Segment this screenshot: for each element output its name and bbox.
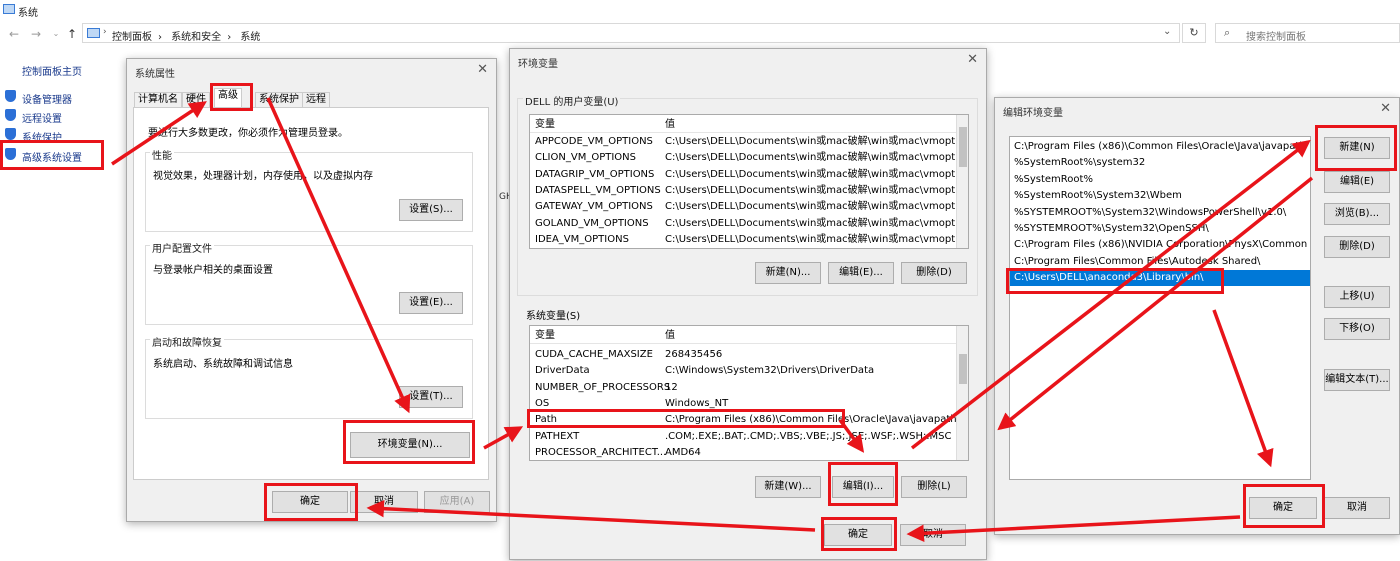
arrow xyxy=(997,176,1314,431)
arrow xyxy=(483,426,524,450)
arrow xyxy=(1212,309,1274,468)
arrow xyxy=(111,101,207,166)
arrow xyxy=(366,499,816,532)
arrow xyxy=(906,515,1241,543)
arrow xyxy=(838,418,865,453)
annotation-arrows xyxy=(111,97,1314,543)
arrow xyxy=(266,97,411,414)
